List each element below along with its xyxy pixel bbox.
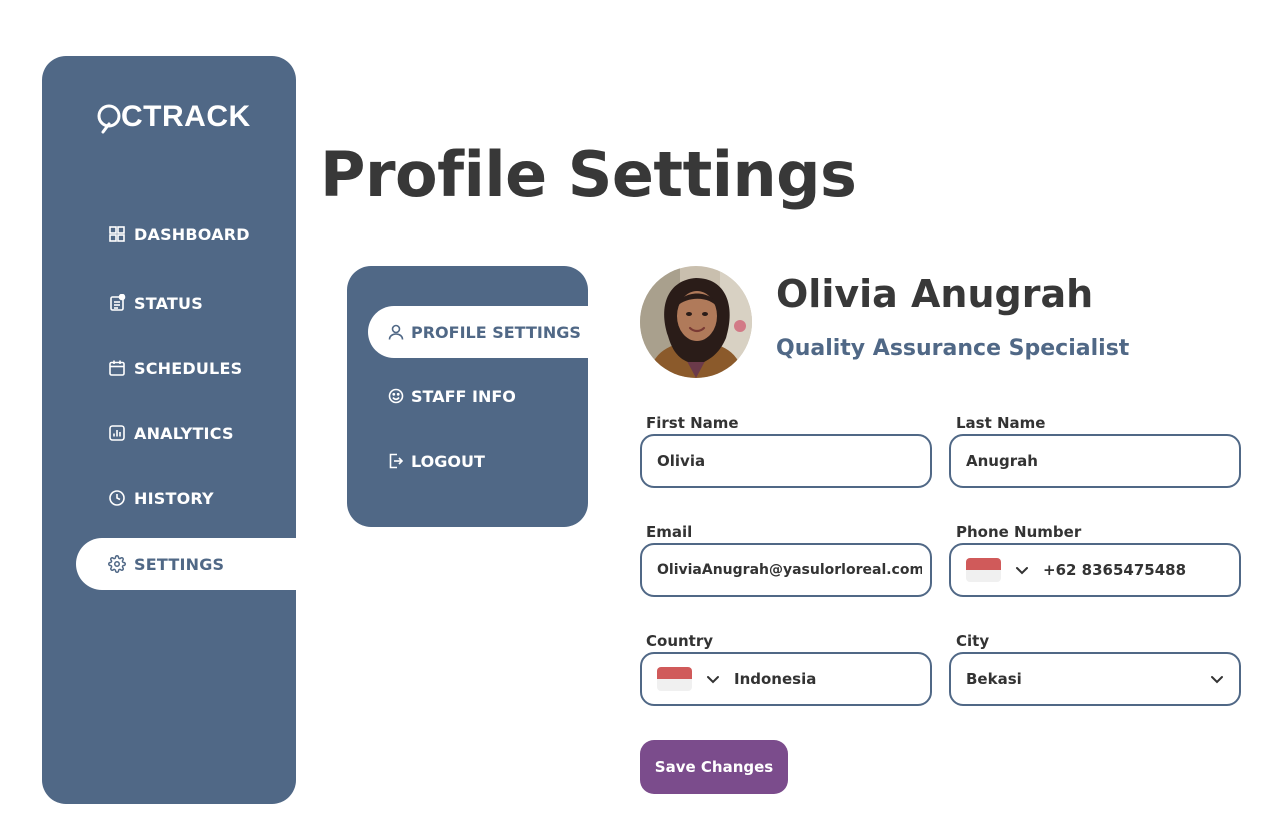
- city-select[interactable]: Bekasi: [949, 652, 1241, 706]
- sidebar-item-label: STATUS: [134, 293, 203, 313]
- profile-name: Olivia Anugrah: [776, 272, 1094, 316]
- sidebar-item-label: ANALYTICS: [134, 423, 234, 443]
- last-name-label: Last Name: [956, 414, 1046, 432]
- smiley-icon: [387, 387, 405, 405]
- profile-avatar[interactable]: [640, 266, 752, 378]
- sidebar-item-dashboard[interactable]: DASHBOARD: [76, 208, 296, 260]
- city-label: City: [956, 632, 990, 650]
- subnav-item-logout[interactable]: LOGOUT: [368, 435, 588, 487]
- sidebar-item-label: SCHEDULES: [134, 358, 243, 378]
- sidebar-item-schedules[interactable]: SCHEDULES: [76, 342, 296, 394]
- sidebar-item-label: HISTORY: [134, 488, 214, 508]
- main-sidebar: CTRACK DASHBOARD STATUS SCHEDULES ANALYT…: [42, 56, 296, 804]
- phone-input[interactable]: [1043, 561, 1224, 579]
- first-name-input[interactable]: [657, 452, 915, 470]
- calendar-icon: [108, 359, 126, 377]
- sidebar-item-settings[interactable]: SETTINGS: [76, 538, 296, 590]
- city-value: Bekasi: [966, 670, 1022, 688]
- bar-chart-icon: [108, 424, 126, 442]
- app-logo[interactable]: CTRACK: [97, 100, 251, 134]
- indonesia-flag-icon: [657, 667, 692, 691]
- subnav-item-label: PROFILE SETTINGS: [411, 322, 581, 342]
- country-value: Indonesia: [734, 670, 817, 688]
- clock-icon: [108, 489, 126, 507]
- logo-text: CTRACK: [121, 100, 251, 133]
- profile-role: Quality Assurance Specialist: [776, 336, 1130, 361]
- user-icon: [387, 323, 405, 341]
- dashboard-grid-icon: [108, 225, 126, 243]
- sidebar-item-status[interactable]: STATUS: [76, 277, 296, 329]
- last-name-input[interactable]: [966, 452, 1224, 470]
- subnav-item-staff-info[interactable]: STAFF INFO: [368, 370, 588, 422]
- status-document-icon: [108, 294, 126, 312]
- sidebar-item-analytics[interactable]: ANALYTICS: [76, 407, 296, 459]
- sidebar-item-label: SETTINGS: [134, 554, 225, 574]
- logout-icon: [387, 452, 405, 470]
- first-name-field[interactable]: [640, 434, 932, 488]
- subnav-item-label: STAFF INFO: [411, 386, 516, 406]
- phone-field[interactable]: [949, 543, 1241, 597]
- email-label: Email: [646, 523, 693, 541]
- sidebar-item-history[interactable]: HISTORY: [76, 472, 296, 524]
- save-changes-button[interactable]: Save Changes: [640, 740, 788, 794]
- email-input[interactable]: [657, 562, 922, 578]
- email-field[interactable]: [640, 543, 932, 597]
- indonesia-flag-icon: [966, 558, 1001, 582]
- sidebar-item-label: DASHBOARD: [134, 224, 250, 244]
- chevron-down-icon[interactable]: [1210, 672, 1224, 686]
- chevron-down-icon[interactable]: [706, 672, 720, 686]
- magnifier-q-icon: [97, 102, 121, 134]
- page-title: Profile Settings: [320, 138, 857, 211]
- subnav-item-profile-settings[interactable]: PROFILE SETTINGS: [368, 306, 588, 358]
- gear-icon: [108, 555, 126, 573]
- chevron-down-icon[interactable]: [1015, 563, 1029, 577]
- last-name-field[interactable]: [949, 434, 1241, 488]
- subnav-item-label: LOGOUT: [411, 451, 485, 471]
- country-label: Country: [646, 632, 714, 650]
- phone-label: Phone Number: [956, 523, 1082, 541]
- country-select[interactable]: Indonesia: [640, 652, 932, 706]
- first-name-label: First Name: [646, 414, 739, 432]
- settings-subnav: PROFILE SETTINGS STAFF INFO LOGOUT: [347, 266, 588, 527]
